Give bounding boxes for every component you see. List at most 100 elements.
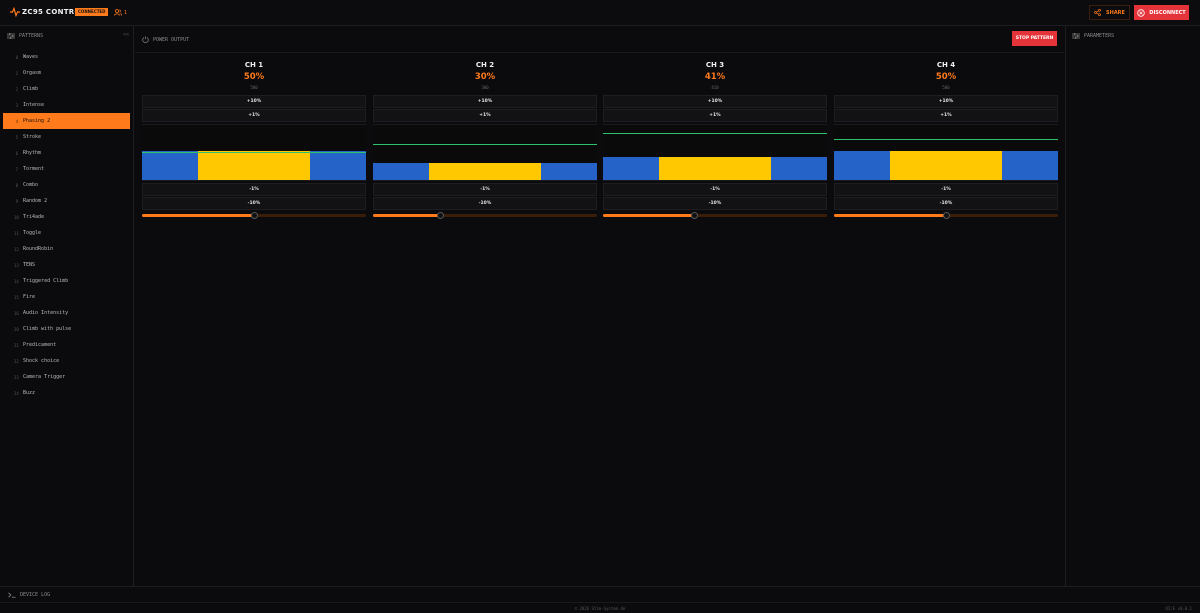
pattern-item[interactable]: 16 Audio Intensity	[3, 305, 130, 321]
pattern-item[interactable]: 7 Torment	[3, 161, 130, 177]
pattern-label: Stroke	[23, 134, 42, 140]
pattern-label: Predicament	[23, 342, 57, 348]
waveform-limit-line	[373, 144, 597, 145]
decrease-10-button[interactable]: -10%	[603, 197, 827, 210]
decrease-10-button[interactable]: -10%	[142, 197, 366, 210]
channel-waveform	[834, 124, 1058, 181]
waveform-segment-blue	[1002, 151, 1058, 180]
power-slider-handle[interactable]	[436, 212, 444, 219]
decrease-1-button[interactable]: -1%	[373, 183, 597, 196]
pattern-item[interactable]: 22 Shock choice	[3, 353, 130, 369]
pattern-item[interactable]: 13 TENS	[3, 257, 130, 273]
decrease-1-button[interactable]: -1%	[142, 183, 366, 196]
pattern-item[interactable]: 1 Orgasm	[3, 65, 130, 81]
pattern-item[interactable]: 11 Toggle	[3, 225, 130, 241]
power-icon	[142, 36, 149, 43]
users-icon	[114, 9, 122, 16]
waveform-segment-yellow	[198, 151, 310, 180]
pattern-item[interactable]: 6 Rhythm	[3, 145, 130, 161]
pattern-item[interactable]: 20 Climb with pulse	[3, 321, 130, 337]
pattern-item[interactable]: 4 Phasing 2	[3, 113, 130, 129]
pattern-item[interactable]: 23 Camera Trigger	[3, 369, 130, 385]
channel-name: CH 2	[475, 61, 495, 69]
power-output-title: POWER OUTPUT	[153, 36, 190, 43]
parameters-title: PARAMETERS	[1084, 32, 1115, 39]
patterns-title: PATTERNS	[19, 32, 44, 39]
pattern-item[interactable]: 14 Triggered Climb	[3, 273, 130, 289]
pattern-number: 14	[14, 278, 19, 284]
power-slider[interactable]	[603, 212, 827, 219]
channel-power-percent: 50%	[243, 72, 265, 82]
increase-1-button[interactable]: +1%	[142, 109, 366, 122]
disconnect-button[interactable]: DISCONNECT	[1134, 5, 1189, 20]
increase-10-button[interactable]: +10%	[142, 95, 366, 108]
pattern-number: 13	[14, 262, 19, 268]
pattern-item[interactable]: 24 Buzz	[3, 385, 130, 401]
share-label: SHARE	[1106, 9, 1125, 16]
pattern-label: Random 2	[23, 198, 48, 204]
pattern-label: Combo	[23, 182, 39, 188]
waveform-segment-blue	[373, 163, 429, 180]
pattern-label: TENS	[23, 262, 36, 268]
power-output-header: POWER OUTPUT	[142, 31, 189, 48]
waveform-limit-line	[142, 152, 366, 153]
waveform-segment-yellow	[890, 151, 1002, 180]
decrease-10-button[interactable]: -10%	[373, 197, 597, 210]
stop-pattern-button[interactable]: STOP PATTERN	[1012, 31, 1057, 46]
power-slider-handle[interactable]	[691, 212, 699, 219]
pattern-item[interactable]: 12 RoundRobin	[3, 241, 130, 257]
pattern-number: 10	[14, 214, 19, 220]
power-slider[interactable]	[142, 212, 366, 219]
channel-waveform	[603, 124, 827, 181]
pattern-number: 7	[15, 166, 18, 172]
power-slider[interactable]	[834, 212, 1058, 219]
pattern-label: Shock choice	[23, 358, 60, 364]
power-slider[interactable]	[373, 212, 597, 219]
device-log-toggle[interactable]: DEVICE LOG	[0, 586, 1200, 602]
increase-1-button[interactable]: +1%	[603, 109, 827, 122]
pattern-label: Phasing 2	[23, 118, 51, 124]
power-slider-handle[interactable]	[250, 212, 258, 219]
channel-power-raw: 300	[481, 85, 489, 90]
pattern-number: 20	[14, 326, 19, 332]
pattern-item[interactable]: 2 Climb	[3, 81, 130, 97]
pattern-label: RoundRobin	[23, 246, 54, 252]
pattern-number: 21	[14, 342, 19, 348]
disconnect-label: DISCONNECT	[1149, 9, 1186, 16]
power-slider-handle[interactable]	[942, 212, 950, 219]
pattern-number: 2	[15, 86, 18, 92]
pattern-number: 1	[15, 70, 18, 76]
pattern-item[interactable]: 9 Random 2	[3, 193, 130, 209]
pattern-number: 12	[14, 246, 19, 252]
share-button[interactable]: SHARE	[1089, 5, 1130, 20]
collapse-sidebar-button[interactable]: <<	[123, 32, 129, 38]
pattern-item[interactable]: 3 Intense	[3, 97, 130, 113]
pattern-number: 5	[15, 134, 18, 140]
footer: © 2026 Stim-System.de UI/E v0.0.1	[0, 602, 1200, 613]
decrease-1-button[interactable]: -1%	[603, 183, 827, 196]
connected-users: 1	[114, 8, 127, 17]
increase-1-button[interactable]: +1%	[834, 109, 1058, 122]
pattern-number: 22	[14, 358, 19, 364]
pattern-number: 11	[14, 230, 19, 236]
pattern-item[interactable]: 10 Tri4ade	[3, 209, 130, 225]
decrease-10-button[interactable]: -10%	[834, 197, 1058, 210]
pattern-item[interactable]: 21 Predicament	[3, 337, 130, 353]
pattern-label: Buzz	[23, 390, 36, 396]
pattern-label: Audio Intensity	[23, 310, 69, 316]
increase-10-button[interactable]: +10%	[834, 95, 1058, 108]
patterns-panel-header: PATTERNS <<	[7, 27, 129, 44]
pattern-item[interactable]: 15 Fire	[3, 289, 130, 305]
pattern-item[interactable]: 5 Stroke	[3, 129, 130, 145]
pattern-item[interactable]: 8 Combo	[3, 177, 130, 193]
pattern-number: 15	[14, 294, 19, 300]
pattern-item[interactable]: 0 Waves	[3, 49, 130, 65]
decrease-1-button[interactable]: -1%	[834, 183, 1058, 196]
pattern-label: Waves	[23, 54, 39, 60]
increase-1-button[interactable]: +1%	[373, 109, 597, 122]
pattern-number: 24	[14, 390, 19, 396]
pattern-label: Intense	[23, 102, 45, 108]
increase-10-button[interactable]: +10%	[373, 95, 597, 108]
channel-3: CH 3 41% 410 +10% +1% -1% -10%	[603, 61, 827, 221]
increase-10-button[interactable]: +10%	[603, 95, 827, 108]
